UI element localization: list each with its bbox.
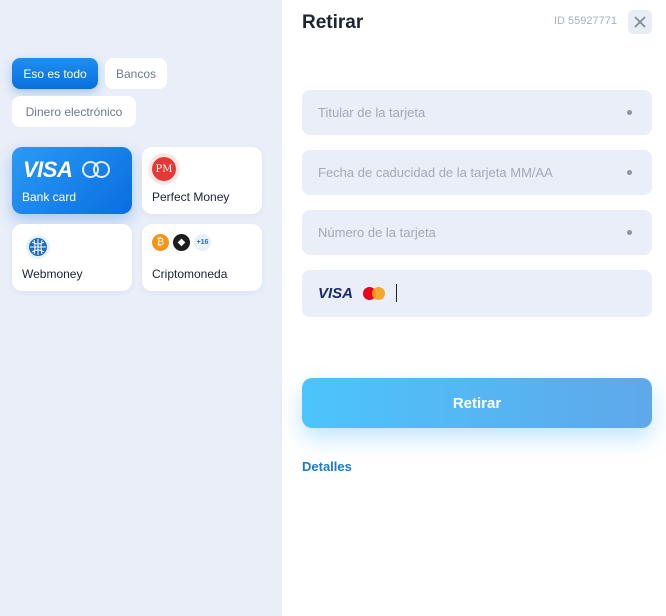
visa-logo-icon: VISA (23, 157, 73, 182)
withdraw-panel: Retirar ID 55927771 VISA Retirar Detalle… (282, 0, 666, 616)
filter-chip-banks[interactable]: Bancos (105, 58, 167, 89)
withdraw-button[interactable]: Retirar (302, 378, 652, 428)
mastercard-logo-icon-circle (372, 287, 385, 300)
details-link[interactable]: Detalles (302, 459, 352, 474)
card-type-field[interactable]: VISA (302, 270, 652, 317)
method-card-label: Criptomoneda (152, 267, 228, 281)
card-holder-field (302, 90, 652, 135)
filter-chip-all[interactable]: Eso es todo (12, 58, 98, 89)
method-card-label: Perfect Money (152, 190, 230, 204)
required-dot-icon (627, 110, 632, 115)
mastercard-logo-icon-circle (93, 161, 110, 178)
card-holder-input[interactable] (302, 90, 652, 135)
method-card-label: Webmoney (22, 267, 83, 281)
user-id: ID 55927771 (554, 15, 617, 27)
required-dot-icon (627, 170, 632, 175)
filter-chip-ewallet[interactable]: Dinero electrónico (12, 96, 136, 127)
close-icon (634, 16, 646, 28)
close-button[interactable] (628, 10, 652, 34)
crypto-icons: ₿ ◆ +16 (152, 234, 215, 251)
expiry-field (302, 150, 652, 195)
bitcoin-icon: ₿ (152, 234, 169, 251)
payment-methods-panel: Eso es todo Bancos Dinero electrónico VI… (0, 0, 282, 616)
card-number-input[interactable] (302, 210, 652, 255)
perfect-money-icon: PM (152, 157, 176, 181)
required-dot-icon (627, 230, 632, 235)
text-cursor (396, 284, 397, 302)
card-number-field (302, 210, 652, 255)
ethereum-icon: ◆ (173, 234, 190, 251)
visa-logo-icon: VISA (318, 285, 354, 302)
method-card-crypto[interactable]: ₿ ◆ +16 Criptomoneda (142, 224, 262, 291)
webmoney-icon (26, 235, 50, 259)
method-card-bank-card[interactable]: VISA Bank card (12, 147, 132, 214)
method-card-label: Bank card (22, 190, 77, 204)
expiry-input[interactable] (302, 150, 652, 195)
method-card-webmoney[interactable]: Webmoney (12, 224, 132, 291)
more-crypto-badge: +16 (194, 234, 211, 251)
page-title: Retirar (302, 12, 364, 33)
method-card-perfect-money[interactable]: PM Perfect Money (142, 147, 262, 214)
